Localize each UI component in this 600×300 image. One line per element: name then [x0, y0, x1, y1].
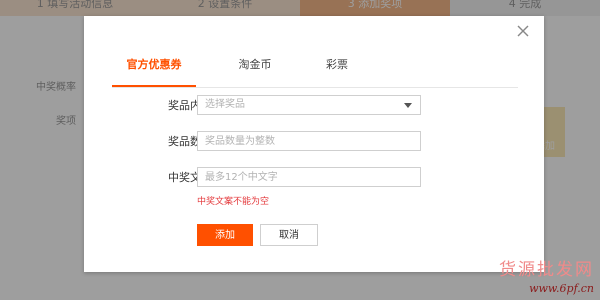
- prize-content-select[interactable]: 选择奖品: [197, 95, 421, 115]
- prize-quantity-row: 奖品数量: [84, 131, 544, 153]
- caret-down-icon: [404, 103, 412, 108]
- add-button[interactable]: 添加: [197, 224, 253, 246]
- win-text-input[interactable]: [197, 167, 421, 187]
- tab-official-coupon[interactable]: 官方优惠券: [112, 53, 196, 87]
- win-text-error-message: 中奖文案不能为空: [197, 197, 270, 207]
- prize-content-row: 奖品内容 选择奖品: [84, 95, 544, 117]
- prize-content-placeholder: 选择奖品: [205, 99, 245, 110]
- watermark: 货源批发网 www.6pf.cn: [499, 255, 594, 295]
- cancel-button[interactable]: 取消: [260, 224, 318, 246]
- watermark-title: 货源批发网: [499, 260, 594, 280]
- tab-taojinbi[interactable]: 淘金币: [222, 53, 288, 86]
- add-prize-dialog: 官方优惠券 淘金币 彩票 奖品内容 选择奖品 奖品数量 中奖文案 中奖文案不能为…: [84, 16, 544, 272]
- win-text-row: 中奖文案: [84, 167, 544, 189]
- tab-lottery[interactable]: 彩票: [302, 53, 372, 86]
- watermark-url: www.6pf.cn: [529, 282, 594, 295]
- close-icon[interactable]: [516, 24, 530, 38]
- prize-quantity-input[interactable]: [197, 131, 421, 151]
- prize-type-tabs: 官方优惠券 淘金币 彩票: [112, 53, 518, 88]
